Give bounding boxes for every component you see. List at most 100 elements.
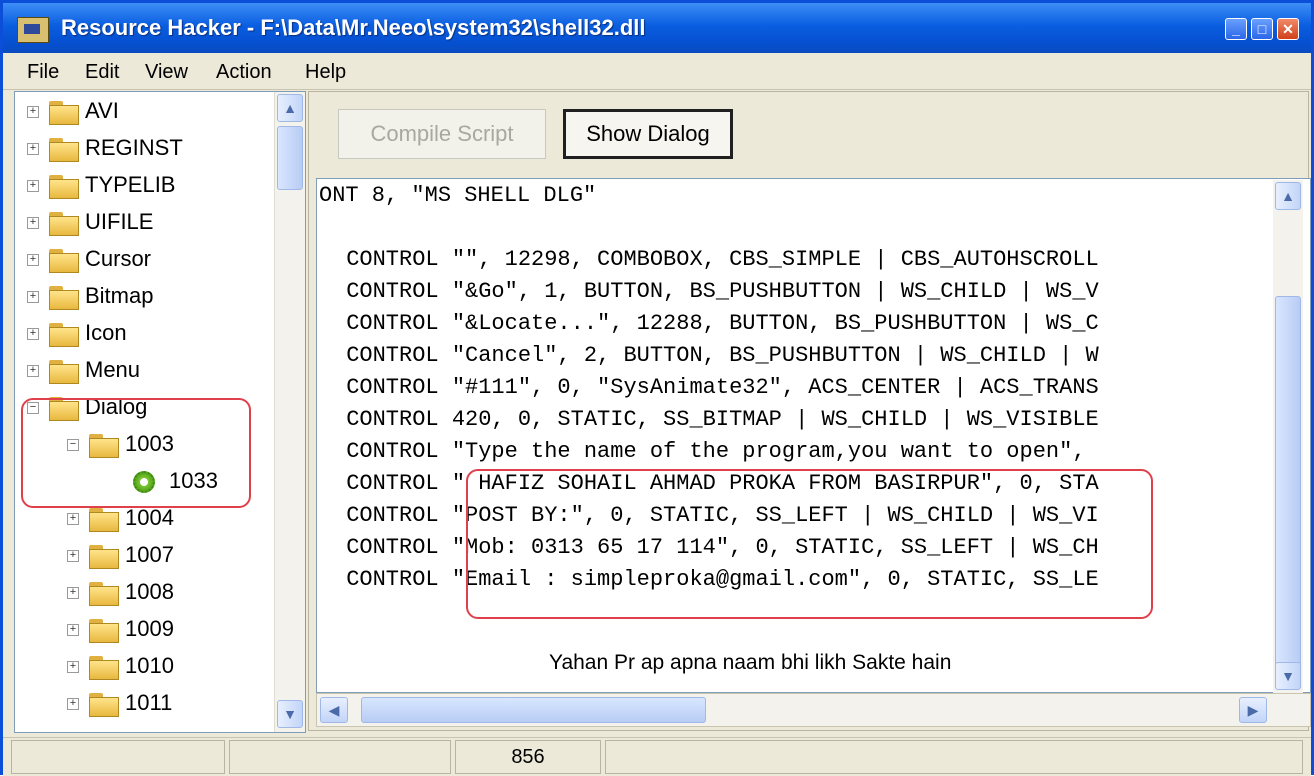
- folder-icon: [49, 286, 79, 310]
- tree-vertical-scrollbar[interactable]: ▲ ▼: [274, 92, 305, 732]
- window-title: Resource Hacker - F:\Data\Mr.Neeo\system…: [61, 15, 646, 40]
- tree-item-menu[interactable]: + Menu: [15, 357, 273, 393]
- folder-icon: [89, 582, 119, 606]
- folder-icon: [49, 249, 79, 273]
- status-cell-2: [229, 740, 451, 774]
- tree-item-1009[interactable]: +1009: [15, 616, 273, 652]
- status-bar: 856: [3, 737, 1311, 776]
- tree-scroll-thumb[interactable]: [277, 126, 303, 190]
- tree-item-icon[interactable]: + Icon: [15, 320, 273, 356]
- title-bar[interactable]: Resource Hacker - F:\Data\Mr.Neeo\system…: [3, 3, 1311, 53]
- code-line: CONTROL 420, 0, STATIC, SS_BITMAP | WS_C…: [333, 407, 1099, 432]
- code-line: CONTROL "&Locate...", 12288, BUTTON, BS_…: [333, 311, 1099, 336]
- tree-item-label: 1004: [125, 505, 174, 530]
- expand-icon[interactable]: +: [67, 661, 79, 673]
- code-line: CONTROL "&Go", 1, BUTTON, BS_PUSHBUTTON …: [333, 279, 1099, 304]
- app-icon: [17, 17, 49, 43]
- editor-vertical-scrollbar[interactable]: ▲ ▼: [1273, 180, 1303, 693]
- resource-tree[interactable]: + AVI + REGINST + TYPELIB + UIFILE + Cursor + Bitma…: [14, 91, 306, 733]
- menu-help[interactable]: Help: [305, 61, 346, 84]
- folder-icon: [49, 101, 79, 125]
- expand-icon[interactable]: +: [67, 513, 79, 525]
- tree-item-label: Bitmap: [85, 283, 154, 308]
- folder-icon: [89, 545, 119, 569]
- tree-item-cursor[interactable]: + Cursor: [15, 246, 273, 282]
- expand-icon[interactable]: +: [27, 217, 39, 229]
- expand-icon[interactable]: +: [27, 291, 39, 303]
- code-line: ONT 8, "MS SHELL DLG": [319, 183, 597, 208]
- menu-file[interactable]: File: [27, 61, 59, 84]
- tree-item-label: 1007: [125, 542, 174, 567]
- expand-icon[interactable]: +: [27, 106, 39, 118]
- expand-icon[interactable]: +: [27, 143, 39, 155]
- app-window: Resource Hacker - F:\Data\Mr.Neeo\system…: [0, 0, 1314, 776]
- dialog-highlight-box: [21, 398, 251, 508]
- menu-edit[interactable]: Edit: [85, 61, 119, 84]
- tree-item-1011[interactable]: +1011: [15, 690, 273, 726]
- editor-horizontal-scrollbar[interactable]: ◀ ▶: [316, 693, 1311, 727]
- tree-item-label: 1009: [125, 616, 174, 641]
- code-line: CONTROL "Cancel", 2, BUTTON, BS_PUSHBUTT…: [333, 343, 1099, 368]
- tree-item-1004[interactable]: +1004: [15, 505, 273, 541]
- tree-item-label: UIFILE: [85, 209, 154, 234]
- note-text: Yahan Pr ap apna naam bhi likh Sakte hai…: [549, 651, 952, 674]
- tree-item-label: Cursor: [85, 246, 152, 271]
- code-line: CONTROL "", 12298, COMBOBOX, CBS_SIMPLE …: [333, 247, 1099, 272]
- code-line: CONTROL "Type the name of the program,yo…: [333, 439, 1086, 464]
- tree-item-reginst[interactable]: + REGINST: [15, 135, 273, 171]
- folder-icon: [89, 619, 119, 643]
- expand-icon[interactable]: +: [27, 328, 39, 340]
- scroll-down-icon[interactable]: ▼: [1275, 662, 1301, 690]
- folder-icon: [49, 323, 79, 347]
- tree-item-label: Icon: [85, 320, 127, 345]
- maximize-icon[interactable]: □: [1251, 18, 1273, 40]
- controls-highlight-box: [466, 469, 1153, 619]
- scroll-up-icon[interactable]: ▲: [1275, 182, 1301, 210]
- tree-item-1007[interactable]: +1007: [15, 542, 273, 578]
- menu-bar: File Edit View Action Help: [3, 53, 1311, 90]
- editor-scroll-thumb[interactable]: [1275, 296, 1301, 666]
- code-line: CONTROL "#111", 0, "SysAnimate32", ACS_C…: [333, 375, 1099, 400]
- menu-action[interactable]: Action: [216, 61, 272, 84]
- compile-script-button[interactable]: Compile Script: [338, 109, 546, 159]
- tree-item-label: REGINST: [85, 135, 183, 160]
- tree-item-label: AVI: [85, 98, 119, 123]
- status-cell-size: 856: [455, 740, 601, 774]
- tree-item-1010[interactable]: +1010: [15, 653, 273, 689]
- menu-view[interactable]: View: [145, 61, 188, 84]
- tree-item-label: 1008: [125, 579, 174, 604]
- expand-icon[interactable]: +: [27, 254, 39, 266]
- minimize-icon[interactable]: _: [1225, 18, 1247, 40]
- tree-item-label: 1011: [125, 690, 173, 715]
- tree-item-label: 1010: [125, 653, 174, 678]
- folder-icon: [49, 212, 79, 236]
- folder-icon: [49, 360, 79, 384]
- status-cell-4: [605, 740, 1303, 774]
- tree-item-1008[interactable]: +1008: [15, 579, 273, 615]
- show-dialog-button[interactable]: Show Dialog: [563, 109, 733, 159]
- scroll-down-icon[interactable]: ▼: [277, 700, 303, 728]
- folder-icon: [89, 656, 119, 680]
- expand-icon[interactable]: +: [27, 180, 39, 192]
- expand-icon[interactable]: +: [67, 550, 79, 562]
- scroll-right-icon[interactable]: ▶: [1239, 697, 1267, 723]
- folder-icon: [89, 508, 119, 532]
- scroll-up-icon[interactable]: ▲: [277, 94, 303, 122]
- scroll-left-icon[interactable]: ◀: [320, 697, 348, 723]
- tree-item-label: Menu: [85, 357, 141, 382]
- tree-item-typelib[interactable]: + TYPELIB: [15, 172, 273, 208]
- status-cell-1: [11, 740, 225, 774]
- tree-item-bitmap[interactable]: + Bitmap: [15, 283, 273, 319]
- horizontal-scroll-thumb[interactable]: [361, 697, 706, 723]
- folder-icon: [49, 175, 79, 199]
- expand-icon[interactable]: +: [67, 698, 79, 710]
- tree-item-avi[interactable]: + AVI: [15, 98, 273, 134]
- expand-icon[interactable]: +: [27, 365, 39, 377]
- folder-icon: [49, 138, 79, 162]
- close-icon[interactable]: ✕: [1277, 18, 1299, 40]
- tree-item-uifile[interactable]: + UIFILE: [15, 209, 273, 245]
- expand-icon[interactable]: +: [67, 624, 79, 636]
- expand-icon[interactable]: +: [67, 587, 79, 599]
- tree-item-label: TYPELIB: [85, 172, 176, 197]
- folder-icon: [89, 693, 119, 717]
